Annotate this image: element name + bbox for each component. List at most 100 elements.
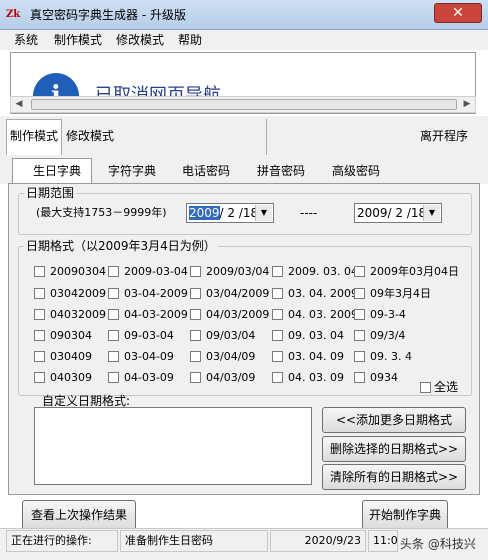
- app-icon: Zk: [6, 9, 21, 20]
- date-format-option-label: 2009年03月04日: [370, 265, 459, 278]
- date-format-option-label: 09. 03. 04: [288, 329, 344, 342]
- mode-divider: [266, 119, 267, 155]
- custom-format-input[interactable]: [34, 407, 312, 485]
- date-format-option-label: 04032009: [50, 308, 106, 321]
- select-all-checkbox[interactable]: [420, 382, 431, 393]
- chevron-down-icon[interactable]: ▼: [423, 205, 440, 221]
- date-format-checkbox[interactable]: [108, 372, 119, 383]
- menu-help[interactable]: 帮助: [178, 32, 202, 48]
- date-format-legend: 日期格式（以2009年3月4日为例）: [24, 239, 218, 253]
- date-format-option-label: 09-03-04: [124, 329, 174, 342]
- end-date-value: 2009/ 2 /18: [357, 206, 427, 220]
- date-format-option-label: 2009/03/04: [206, 265, 270, 278]
- date-format-option-label: 09年3月4日: [370, 287, 431, 300]
- date-format-option-label: 040309: [50, 371, 92, 384]
- date-format-checkbox[interactable]: [34, 309, 45, 320]
- date-format-option-label: 09. 3. 4: [370, 350, 412, 363]
- date-format-option-label: 20090304: [50, 265, 106, 278]
- date-format-checkbox[interactable]: [34, 330, 45, 341]
- date-format-checkbox[interactable]: [190, 309, 201, 320]
- date-support-note: (最大支持1753－9999年): [36, 206, 167, 219]
- chevron-down-icon[interactable]: ▼: [255, 205, 272, 221]
- tab-char-dict[interactable]: 字符字典: [108, 163, 156, 179]
- watermark: 头条 @科技兴: [400, 537, 476, 551]
- date-format-option-label: 03042009: [50, 287, 106, 300]
- date-format-checkbox[interactable]: [190, 330, 201, 341]
- status-time: 11:07: [368, 530, 398, 552]
- date-format-checkbox[interactable]: [272, 330, 283, 341]
- tab-phone-pwd[interactable]: 电话密码: [182, 163, 230, 179]
- date-format-checkbox[interactable]: [272, 372, 283, 383]
- status-label: 正在进行的操作:: [6, 530, 118, 552]
- date-format-option-label: 2009. 03. 04: [288, 265, 358, 278]
- status-message: 准备制作生日密码: [120, 530, 268, 552]
- date-format-checkbox[interactable]: [108, 330, 119, 341]
- date-format-option-label: 04-03-09: [124, 371, 174, 384]
- date-format-option-label: 03. 04. 2009: [288, 287, 358, 300]
- date-format-checkbox[interactable]: [272, 266, 283, 277]
- date-format-option-label: 04/03/09: [206, 371, 256, 384]
- clear-formats-button[interactable]: 清除所有的日期格式>>: [322, 464, 466, 490]
- date-format-checkbox[interactable]: [190, 351, 201, 362]
- date-format-checkbox[interactable]: [108, 288, 119, 299]
- date-format-option-label: 0934: [370, 371, 398, 384]
- date-format-checkbox[interactable]: [108, 309, 119, 320]
- date-format-checkbox[interactable]: [354, 266, 365, 277]
- delete-format-button[interactable]: 删除选择的日期格式>>: [322, 436, 466, 462]
- scroll-left-icon[interactable]: ◀: [11, 97, 27, 112]
- date-format-checkbox[interactable]: [190, 372, 201, 383]
- add-format-button[interactable]: <<添加更多日期格式: [322, 407, 466, 433]
- date-format-option-label: 090304: [50, 329, 92, 342]
- menu-make-mode[interactable]: 制作模式: [54, 32, 102, 48]
- date-format-checkbox[interactable]: [108, 266, 119, 277]
- date-format-option-label: 03-04-2009: [124, 287, 188, 300]
- close-button[interactable]: ✕: [434, 3, 482, 23]
- date-format-option-label: 2009-03-04: [124, 265, 188, 278]
- date-format-option-label: 030409: [50, 350, 92, 363]
- horizontal-scrollbar[interactable]: ◀ ▶: [10, 96, 476, 113]
- date-range-separator: ----: [300, 206, 318, 220]
- start-year-selected: 2009: [189, 206, 220, 220]
- view-last-result-button[interactable]: 查看上次操作结果: [22, 500, 136, 530]
- tab-birthday-dict[interactable]: 生日字典: [33, 163, 81, 179]
- date-format-checkbox[interactable]: [272, 309, 283, 320]
- date-format-checkbox[interactable]: [108, 351, 119, 362]
- menu-modify-mode[interactable]: 修改模式: [116, 32, 164, 48]
- date-format-option-label: 04. 03. 2009: [288, 308, 358, 321]
- date-format-checkbox[interactable]: [354, 309, 365, 320]
- select-all-label: 全选: [434, 380, 459, 394]
- end-date-picker[interactable]: 2009/ 2 /18 ▼: [354, 203, 442, 223]
- status-date: 2020/9/23: [270, 530, 366, 552]
- date-format-checkbox[interactable]: [354, 351, 365, 362]
- date-format-checkbox[interactable]: [190, 266, 201, 277]
- scroll-thumb[interactable]: [31, 99, 457, 110]
- date-format-checkbox[interactable]: [354, 288, 365, 299]
- date-format-checkbox[interactable]: [272, 351, 283, 362]
- date-format-checkbox[interactable]: [34, 351, 45, 362]
- tab-pinyin-pwd[interactable]: 拼音密码: [257, 163, 305, 179]
- scroll-right-icon[interactable]: ▶: [459, 97, 475, 112]
- date-format-option-label: 09-3-4: [370, 308, 406, 321]
- start-date-picker[interactable]: 2009/ 2 /18 ▼: [186, 203, 274, 223]
- date-format-checkbox[interactable]: [272, 288, 283, 299]
- date-format-option-label: 09/3/4: [370, 329, 406, 342]
- date-format-checkbox[interactable]: [354, 372, 365, 383]
- date-range-legend: 日期范围: [24, 186, 77, 200]
- date-format-option-label: 03. 04. 09: [288, 350, 344, 363]
- date-format-checkbox[interactable]: [34, 372, 45, 383]
- date-format-option-label: 04/03/2009: [206, 308, 270, 321]
- window-title: 真空密码字典生成器 - 升级版: [30, 8, 186, 22]
- start-build-button[interactable]: 开始制作字典: [362, 500, 448, 530]
- date-format-option-label: 03-04-09: [124, 350, 174, 363]
- date-format-option-label: 09/03/04: [206, 329, 256, 342]
- date-format-checkbox[interactable]: [34, 266, 45, 277]
- date-format-option-label: 04-03-2009: [124, 308, 188, 321]
- start-date-rest: / 2 /18: [219, 206, 259, 220]
- date-format-option-label: 03/04/09: [206, 350, 256, 363]
- tab-advanced-pwd[interactable]: 高级密码: [332, 163, 380, 179]
- date-format-checkbox[interactable]: [354, 330, 365, 341]
- date-format-option-label: 03/04/2009: [206, 287, 270, 300]
- menu-system[interactable]: 系统: [14, 32, 38, 48]
- date-format-checkbox[interactable]: [34, 288, 45, 299]
- date-format-checkbox[interactable]: [190, 288, 201, 299]
